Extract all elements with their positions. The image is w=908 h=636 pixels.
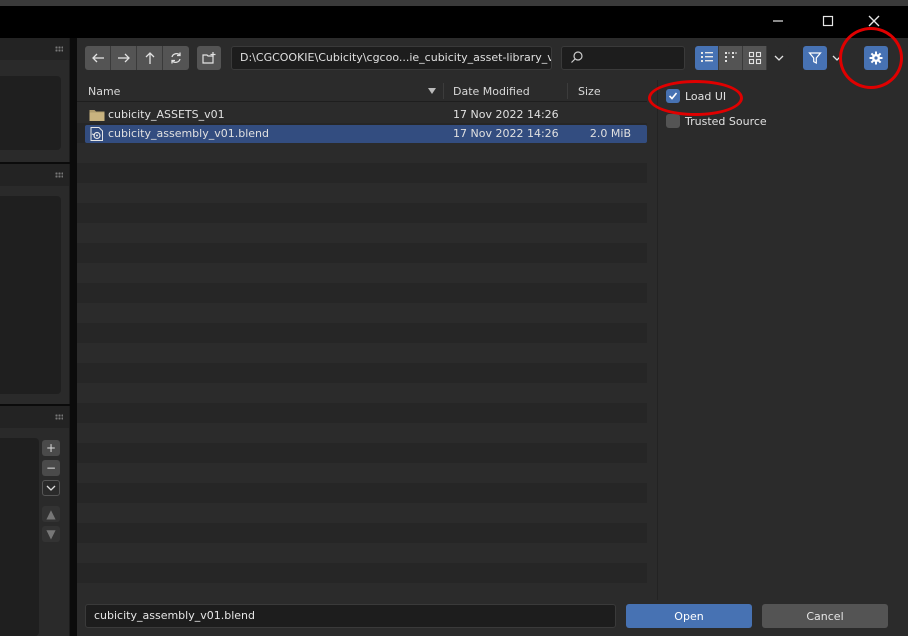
thumbnails-icon[interactable] [743,46,767,70]
file-date: 17 Nov 2022 14:26 [453,108,559,121]
filter-icon[interactable] [803,46,827,70]
directory-path-input[interactable]: D:\CGCOOKIE\Cubicity\cgcoo...ie_cubicity… [231,46,552,70]
titlebar-strip [0,0,908,6]
checkmark-icon [668,92,678,100]
cancel-button[interactable]: Cancel [762,604,888,628]
trusted-source-label[interactable]: Trusted Source [685,115,767,128]
parent-dir-icon[interactable] [137,46,163,70]
blend-file-icon [90,127,103,141]
maximize-icon[interactable] [817,10,839,32]
folder-icon [89,110,105,121]
panel-content [0,76,61,150]
move-up-icon[interactable]: ▲ [42,506,60,522]
file-list[interactable]: cubicity_ASSETS_v01 17 Nov 2022 14:26 cu… [77,103,647,593]
display-mode-buttons [695,46,791,70]
sort-desc-icon[interactable] [428,88,436,94]
search-input[interactable] [561,46,685,70]
filter-chevron-icon[interactable] [827,46,847,70]
grip-icon[interactable] [55,46,63,52]
chevron-down-icon[interactable] [42,480,60,496]
bookmarks-list[interactable] [0,438,39,636]
load-ui-checkbox[interactable] [666,89,680,103]
panel-header[interactable] [0,164,69,186]
file-row-blend[interactable]: cubicity_assembly_v01.blend 17 Nov 2022 … [85,125,647,143]
panel-content [0,196,61,394]
file-browser-main: D:\CGCOOKIE\Cubicity\cgcoo...ie_cubicity… [77,38,908,636]
column-separator[interactable] [443,83,444,99]
file-name: cubicity_ASSETS_v01 [108,108,225,121]
minimize-icon[interactable] [767,10,789,32]
file-list-header: Name Date Modified Size [77,80,647,102]
left-panel-volumes [0,164,70,404]
column-size[interactable]: Size [578,85,601,98]
left-panel-system [0,38,70,162]
refresh-icon[interactable] [163,46,189,70]
file-name: cubicity_assembly_v01.blend [108,127,269,140]
gear-icon[interactable] [864,46,888,70]
horizontal-list-icon[interactable] [719,46,743,70]
display-settings-chevron-icon[interactable] [767,46,791,70]
new-folder-icon[interactable] [197,46,221,70]
file-date: 17 Nov 2022 14:26 [453,127,559,140]
column-date-modified[interactable]: Date Modified [453,85,530,98]
forward-arrow-icon[interactable] [111,46,137,70]
add-bookmark-button[interactable]: + [42,440,60,456]
trusted-source-checkbox[interactable] [666,114,680,128]
filename-input[interactable]: cubicity_assembly_v01.blend [85,604,616,628]
move-down-icon[interactable]: ▼ [42,526,60,542]
options-panel: Load UI Trusted Source [657,80,908,600]
file-row-folder[interactable]: cubicity_ASSETS_v01 17 Nov 2022 14:26 [85,106,647,124]
left-panel-bookmarks: + − ▲ ▼ [0,406,70,636]
back-arrow-icon[interactable] [85,46,111,70]
navigation-buttons [85,46,189,70]
filter-controls [803,46,847,70]
file-size: 2.0 MiB [589,127,631,140]
search-icon [571,51,583,63]
load-ui-label[interactable]: Load UI [685,90,726,103]
window-titlebar [0,0,908,38]
column-separator[interactable] [567,83,568,99]
column-name[interactable]: Name [88,85,120,98]
panel-header[interactable] [0,406,69,428]
close-icon[interactable] [863,10,885,32]
remove-bookmark-button[interactable]: − [42,460,60,476]
grip-icon[interactable] [55,172,63,178]
panel-header[interactable] [0,38,69,60]
open-button[interactable]: Open [626,604,752,628]
grip-icon[interactable] [55,414,63,420]
vertical-list-icon[interactable] [695,46,719,70]
